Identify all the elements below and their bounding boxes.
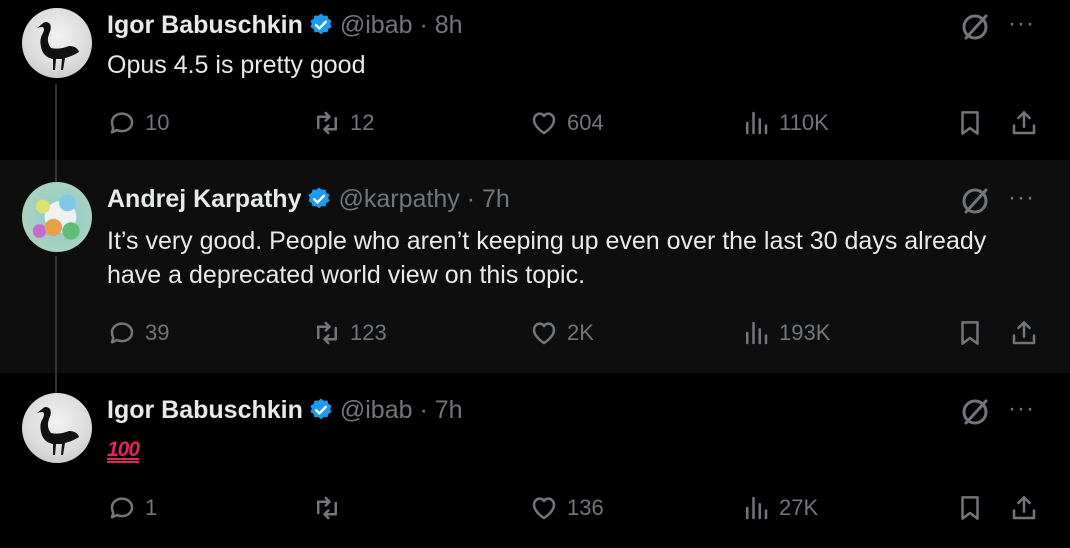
- reply-count: 1: [145, 495, 158, 520]
- like-button[interactable]: 136: [529, 491, 604, 525]
- goose-avatar-icon: [37, 407, 79, 455]
- thread-connector: [55, 84, 57, 160]
- grok-icon[interactable]: [958, 10, 992, 44]
- retweet-icon: [317, 111, 337, 135]
- tweet-2[interactable]: Andrej Karpathy @karpathy · 7h ··· It’s …: [0, 160, 1070, 373]
- like-count: 604: [567, 110, 604, 135]
- retweet-button[interactable]: 123: [312, 316, 387, 350]
- view-count: 27K: [779, 495, 819, 520]
- tweet-text: It’s very good. People who aren’t keepin…: [107, 227, 987, 289]
- like-icon: [532, 322, 556, 345]
- hundred-points-emoji: 100: [107, 438, 140, 461]
- like-button[interactable]: 2K: [529, 316, 594, 350]
- author-name[interactable]: Igor Babuschkin: [107, 11, 303, 40]
- more-icon[interactable]: ···: [1008, 12, 1035, 36]
- like-count: 136: [567, 495, 604, 520]
- thread-connector: [55, 256, 57, 373]
- avatar[interactable]: [22, 393, 92, 463]
- views-button[interactable]: 193K: [741, 316, 830, 350]
- share-icon: [1012, 111, 1036, 135]
- retweet-count: 123: [350, 320, 387, 345]
- tweet-header: Igor Babuschkin @ibab · 7h: [107, 393, 463, 427]
- views-button[interactable]: 110K: [741, 106, 829, 140]
- action-bar: 1 136 27K: [107, 491, 1047, 525]
- thread-connector: [55, 373, 57, 393]
- view-count: 110K: [779, 110, 829, 135]
- like-icon: [532, 112, 556, 135]
- like-count: 2K: [567, 320, 594, 345]
- author-handle[interactable]: @ibab · 7h: [340, 396, 463, 425]
- views-icon: [746, 111, 768, 135]
- reply-count: 39: [145, 320, 170, 345]
- reply-button[interactable]: 39: [107, 316, 169, 350]
- retweet-icon: [317, 321, 337, 345]
- author-handle[interactable]: @karpathy · 7h: [338, 185, 509, 214]
- author-name[interactable]: Igor Babuschkin: [107, 396, 303, 425]
- share-icon: [1012, 496, 1036, 520]
- bookmark-button[interactable]: [955, 106, 985, 140]
- tweet-header: Andrej Karpathy @karpathy · 7h: [107, 182, 510, 216]
- tweet-3[interactable]: Igor Babuschkin @ibab · 7h ··· 100 1 136…: [0, 373, 1070, 548]
- tweet-text: 100: [107, 431, 1007, 467]
- verified-badge-icon: [308, 187, 330, 209]
- tweet-1[interactable]: Igor Babuschkin @ibab · 8h ··· Opus 4.5 …: [0, 0, 1070, 160]
- verified-badge-icon: [310, 13, 332, 35]
- views-icon: [746, 496, 768, 520]
- thread-connector: [55, 160, 57, 182]
- view-count: 193K: [779, 320, 831, 345]
- bookmark-icon: [961, 496, 979, 520]
- views-button[interactable]: 27K: [741, 491, 818, 525]
- views-icon: [746, 321, 768, 345]
- share-button[interactable]: [1009, 316, 1039, 350]
- goose-avatar-icon: [37, 22, 79, 70]
- reply-button[interactable]: 1: [107, 491, 157, 525]
- reply-icon: [110, 112, 134, 134]
- action-bar: 10 12 604 110K: [107, 106, 1047, 140]
- share-button[interactable]: [1009, 491, 1039, 525]
- more-icon[interactable]: ···: [1008, 397, 1035, 421]
- grok-icon[interactable]: [958, 184, 992, 218]
- share-icon: [1012, 321, 1036, 345]
- reply-icon: [110, 322, 134, 344]
- avatar[interactable]: [22, 8, 92, 78]
- like-icon: [532, 497, 556, 520]
- author-name[interactable]: Andrej Karpathy: [107, 185, 301, 214]
- reply-icon: [110, 497, 134, 519]
- retweet-icon: [317, 496, 337, 520]
- retweet-button[interactable]: 12: [312, 106, 374, 140]
- bookmark-icon: [961, 111, 979, 135]
- reply-button[interactable]: 10: [107, 106, 169, 140]
- reply-count: 10: [145, 110, 170, 135]
- action-bar: 39 123 2K 193K: [107, 316, 1047, 350]
- avatar[interactable]: [22, 182, 92, 252]
- author-handle[interactable]: @ibab · 8h: [340, 11, 463, 40]
- bookmark-button[interactable]: [955, 491, 985, 525]
- more-icon[interactable]: ···: [1008, 186, 1035, 210]
- bookmark-button[interactable]: [955, 316, 985, 350]
- share-button[interactable]: [1009, 106, 1039, 140]
- tweet-text: Opus 4.5 is pretty good: [107, 51, 366, 79]
- bookmark-icon: [961, 321, 979, 345]
- verified-badge-icon: [310, 398, 332, 420]
- like-button[interactable]: 604: [529, 106, 604, 140]
- tweet-header: Igor Babuschkin @ibab · 8h: [107, 8, 463, 42]
- grok-icon[interactable]: [958, 395, 992, 429]
- retweet-count: 12: [350, 110, 375, 135]
- retweet-button[interactable]: [312, 491, 350, 525]
